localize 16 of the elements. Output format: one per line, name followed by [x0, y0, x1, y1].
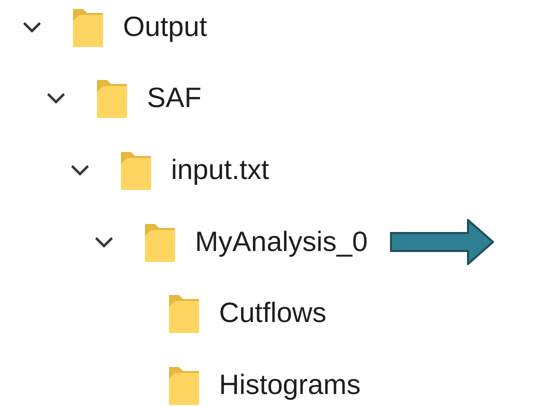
folder-icon: [169, 293, 199, 334]
folder-name[interactable]: input.txt: [171, 156, 270, 184]
folder-icon: [169, 364, 199, 405]
chevron-down-icon[interactable]: [22, 20, 42, 33]
chevron-down-icon[interactable]: [70, 164, 90, 176]
folder-icon: [145, 222, 175, 262]
folder-icon: [97, 78, 127, 118]
folder-name[interactable]: Cutflows: [219, 299, 326, 328]
folder-name[interactable]: SAF: [147, 84, 202, 112]
folder-name[interactable]: MyAnalysis_0: [195, 228, 368, 256]
folder-name[interactable]: Output: [123, 12, 208, 41]
chevron-down-icon[interactable]: [94, 236, 114, 248]
folder-icon: [73, 6, 103, 47]
folder-icon: [121, 150, 151, 190]
folder-name[interactable]: Histograms: [219, 370, 361, 399]
chevron-down-icon[interactable]: [46, 92, 66, 104]
